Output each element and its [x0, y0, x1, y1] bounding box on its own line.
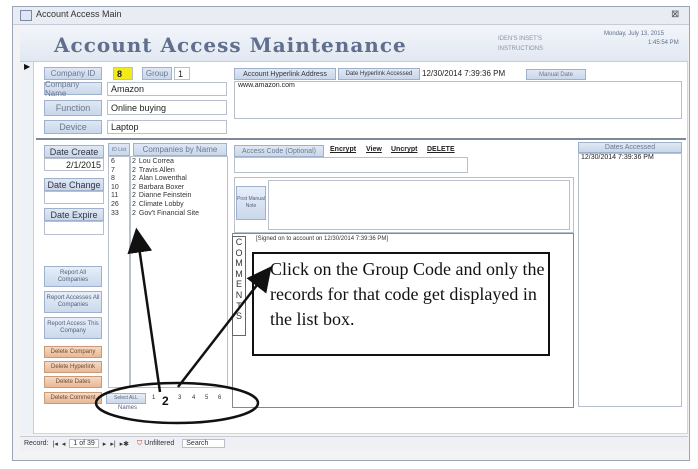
next-record-button[interactable]: ▸: [103, 440, 107, 448]
new-record-button[interactable]: ▸✱: [120, 440, 129, 448]
previous-record-button[interactable]: ◂: [62, 440, 66, 448]
record-position-field[interactable]: 1 of 39: [69, 439, 99, 448]
navigation-bar: Record: |◂ ◂ 1 of 39 ▸ ▸| ▸✱ ⛉ Unfiltere…: [20, 436, 688, 450]
search-box[interactable]: Search: [182, 439, 226, 448]
group-filter-ellipse: [94, 381, 260, 425]
record-label: Record:: [24, 440, 49, 447]
last-record-button[interactable]: ▸|: [110, 440, 115, 448]
first-record-button[interactable]: |◂: [53, 440, 58, 448]
arrow-to-callout: [177, 266, 272, 388]
annotation-overlay: [94, 227, 272, 425]
filter-status[interactable]: Unfiltered: [144, 440, 174, 447]
arrow-to-list: [127, 227, 162, 393]
filter-icon: ⛉: [137, 439, 143, 447]
